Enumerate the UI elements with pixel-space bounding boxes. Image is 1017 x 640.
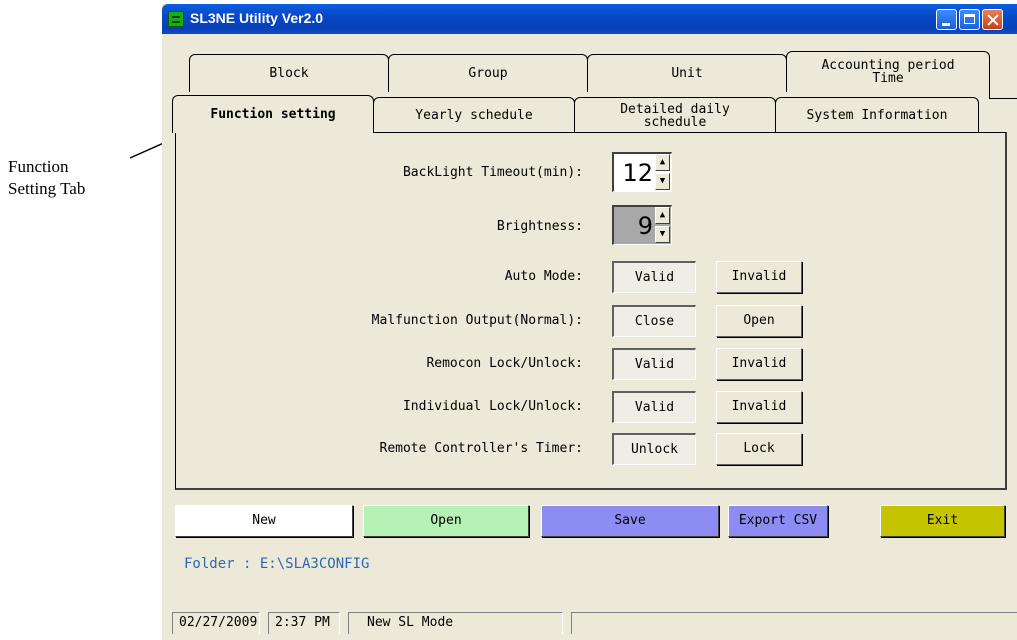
status-extra [571, 612, 1017, 634]
tab-label: Group [468, 66, 508, 81]
annotation-line2: Setting Tab [8, 179, 86, 198]
close-button[interactable] [982, 9, 1003, 30]
auto-mode-valid-button[interactable]: Valid [612, 261, 696, 293]
spin-up-arrow-icon[interactable]: ▲ [655, 154, 670, 171]
auto-mode-invalid-button[interactable]: Invalid [716, 261, 802, 293]
tab-label: Time [872, 71, 904, 86]
spinner-arrows: ▲ ▼ [655, 154, 671, 191]
tab-block[interactable]: Block [189, 54, 389, 92]
remocon-valid-button[interactable]: Valid [612, 348, 696, 380]
export-csv-button[interactable]: Export CSV [728, 505, 828, 537]
minimize-button[interactable] [936, 9, 957, 30]
tab-row-line [989, 98, 1017, 99]
spin-down-arrow-icon[interactable]: ▼ [655, 226, 670, 243]
window-title: SL3NE Utility Ver2.0 [190, 10, 324, 26]
individual-invalid-button[interactable]: Invalid [716, 391, 802, 423]
remote-timer-unlock-button[interactable]: Unlock [612, 433, 696, 465]
tab-accounting-period[interactable]: Accounting period Time [786, 51, 990, 92]
tab-unit[interactable]: Unit [587, 54, 787, 92]
new-button[interactable]: New [175, 505, 353, 537]
malfunction-open-button[interactable]: Open [716, 305, 802, 337]
remote-timer-label: Remote Controller's Timer: [379, 441, 584, 456]
folder-path: Folder : E:\SLA3CONFIG [184, 556, 370, 572]
backlight-timeout-value: 12 [622, 159, 653, 187]
maximize-button[interactable] [959, 9, 980, 30]
tab-label: Unit [671, 66, 703, 81]
backlight-label: BackLight Timeout(min): [402, 165, 583, 180]
individual-valid-button[interactable]: Valid [612, 391, 696, 423]
tab-label: Yearly schedule [415, 108, 533, 123]
annotation-callout: Function Setting Tab [8, 156, 158, 200]
save-button[interactable]: Save [541, 505, 719, 537]
tab-label: System Information [806, 108, 948, 123]
tab-yearly-schedule[interactable]: Yearly schedule [373, 97, 575, 133]
tab-row-edge [989, 64, 990, 99]
title-bar: SL3NE Utility Ver2.0 [162, 4, 1017, 34]
remocon-invalid-button[interactable]: Invalid [716, 348, 802, 380]
annotation-line1: Function [8, 157, 69, 176]
tab-label: Function setting [210, 107, 336, 122]
malfunction-label: Malfunction Output(Normal): [371, 313, 583, 328]
tab-label: schedule [643, 114, 707, 130]
status-time: 2:37 PM [268, 612, 340, 634]
app-window: SL3NE Utility Ver2.0 Block Group Unit Ac… [162, 4, 1017, 640]
tab-system-information[interactable]: System Information [775, 97, 979, 133]
app-icon [168, 11, 184, 27]
brightness-spinner[interactable]: 9 ▲ ▼ [612, 205, 672, 245]
tab-label: Block [269, 66, 309, 81]
exit-button[interactable]: Exit [880, 505, 1005, 537]
backlight-timeout-spinner[interactable]: 12 ▲ ▼ [612, 152, 672, 192]
malfunction-close-button[interactable]: Close [612, 305, 696, 337]
function-setting-panel: BackLight Timeout(min): 12 ▲ ▼ Brightnes… [175, 132, 1007, 490]
remocon-label: Remocon Lock/Unlock: [426, 356, 583, 371]
open-button[interactable]: Open [363, 505, 529, 537]
brightness-value: 9 [637, 212, 653, 240]
spinner-arrows: ▲ ▼ [655, 207, 671, 244]
tab-function-setting[interactable]: Function setting [172, 95, 374, 133]
status-mode: New SL Mode [348, 612, 563, 634]
auto-mode-label: Auto Mode: [504, 269, 583, 284]
spin-down-arrow-icon[interactable]: ▼ [655, 173, 670, 190]
status-date: 02/27/2009 [172, 612, 260, 634]
tab-detailed-daily-schedule[interactable]: Detailed daily schedule [574, 97, 776, 133]
remote-timer-lock-button[interactable]: Lock [716, 433, 802, 465]
tab-label: Detailed daily [620, 101, 730, 117]
spin-up-arrow-icon[interactable]: ▲ [655, 207, 670, 224]
status-bar: 02/27/2009 2:37 PM New SL Mode [162, 608, 1017, 634]
individual-label: Individual Lock/Unlock: [402, 399, 583, 414]
tab-group[interactable]: Group [388, 54, 588, 92]
brightness-label: Brightness: [496, 219, 583, 234]
